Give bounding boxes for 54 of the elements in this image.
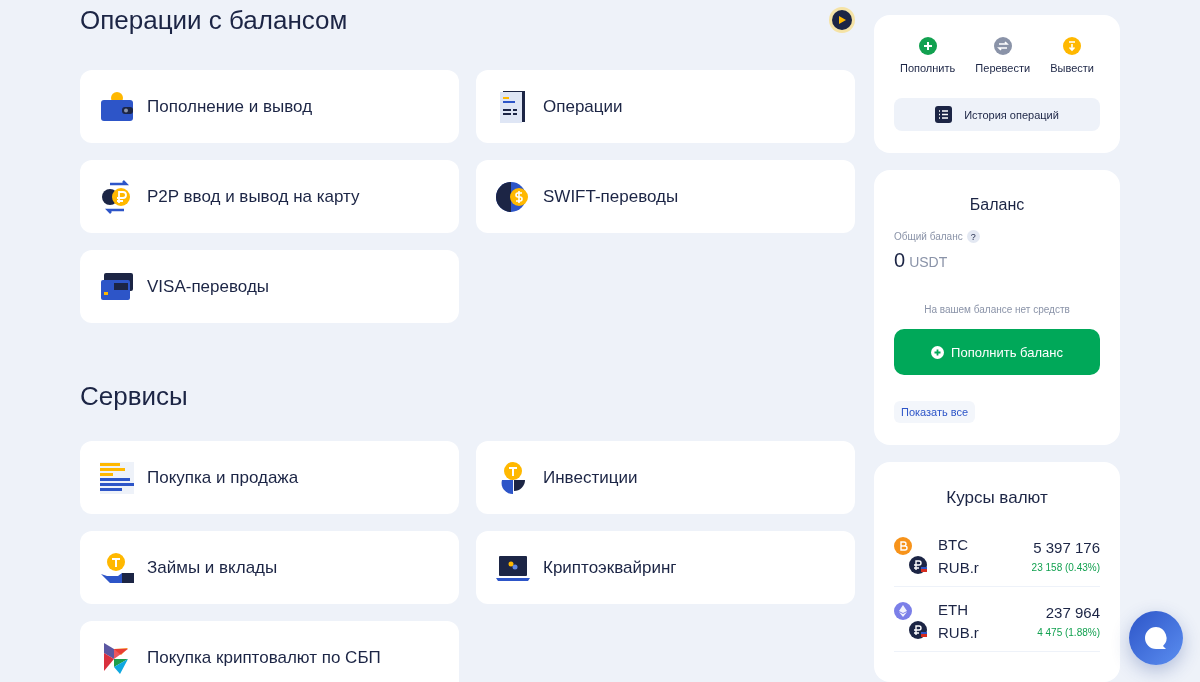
menu-card[interactable]: VISA-переводы <box>80 250 459 323</box>
chat-button[interactable] <box>1129 611 1183 665</box>
quote-currency: RUB.r <box>938 559 979 576</box>
wallet-icon <box>100 89 134 124</box>
play-button[interactable] <box>829 7 855 33</box>
rate-change: 4 475 (1.88%) <box>1037 627 1100 638</box>
section-title: Сервисы <box>80 380 188 412</box>
help-icon[interactable]: ? <box>966 230 980 243</box>
card-label: P2P ввод и вывод на карту <box>147 186 360 207</box>
menu-card[interactable]: Покупка и продажа <box>80 441 459 514</box>
quick-action-button[interactable]: Перевести <box>975 37 1031 74</box>
base-currency: BTC <box>938 536 969 553</box>
menu-card[interactable]: Операции <box>476 70 855 143</box>
menu-card[interactable]: Пополнение и вывод <box>80 70 459 143</box>
card-label: VISA-переводы <box>147 276 270 297</box>
base-currency: ETH <box>938 601 969 618</box>
section-title: Операции с балансом <box>80 4 348 36</box>
card-label: SWIFT-переводы <box>543 186 679 207</box>
rate-price: 237 964 <box>1045 604 1100 621</box>
card-label: Покупка и продажа <box>147 467 299 488</box>
menu-card[interactable]: Займы и вклады <box>80 531 459 604</box>
menu-card[interactable]: SWIFT-переводы <box>476 160 855 233</box>
panel-title: Баланс <box>968 196 1026 214</box>
rate-price: 5 397 176 <box>1033 539 1100 556</box>
panel-title: Курсы валют <box>945 488 1049 508</box>
hand-coin-icon <box>100 550 134 585</box>
currency-pair-icon <box>894 602 928 640</box>
globe-coin-icon <box>496 179 530 214</box>
menu-card[interactable]: Криптоэквайринг <box>476 531 855 604</box>
card-label: Операции <box>543 96 623 117</box>
chat-bubble-icon <box>1143 625 1169 651</box>
menu-card[interactable]: Инвестиции <box>476 441 855 514</box>
plus-icon <box>931 345 945 359</box>
bar-list-icon <box>100 460 134 495</box>
currency-label: USDT <box>909 254 948 270</box>
quote-currency: RUB.r <box>938 624 979 641</box>
empty-balance-note: На вашем балансе нет средств <box>923 304 1071 315</box>
card-label: Займы и вклады <box>147 557 278 578</box>
card-label: Покупка криптовалют по СБП <box>147 647 381 668</box>
card-label: Пополнение и вывод <box>147 96 313 117</box>
quick-action-button[interactable]: Пополнить <box>900 37 956 74</box>
history-button[interactable]: История операций <box>894 98 1100 131</box>
menu-card[interactable]: Покупка криптовалют по СБП <box>80 621 459 682</box>
quick-action-button[interactable]: Вывести <box>1050 37 1094 74</box>
balance-amount: 0 <box>894 249 906 272</box>
currency-pair-icon <box>894 537 928 575</box>
card-label: Криптоэквайринг <box>543 557 677 578</box>
rate-change: 23 158 (0.43%) <box>1031 562 1100 573</box>
card-label: Инвестиции <box>543 467 638 488</box>
list-icon <box>935 106 953 123</box>
show-all-button[interactable]: Показать все <box>894 401 976 423</box>
total-balance-label: Общий баланс <box>894 231 963 242</box>
play-icon <box>838 16 846 24</box>
menu-card[interactable]: P2P ввод и вывод на карту <box>80 160 459 233</box>
